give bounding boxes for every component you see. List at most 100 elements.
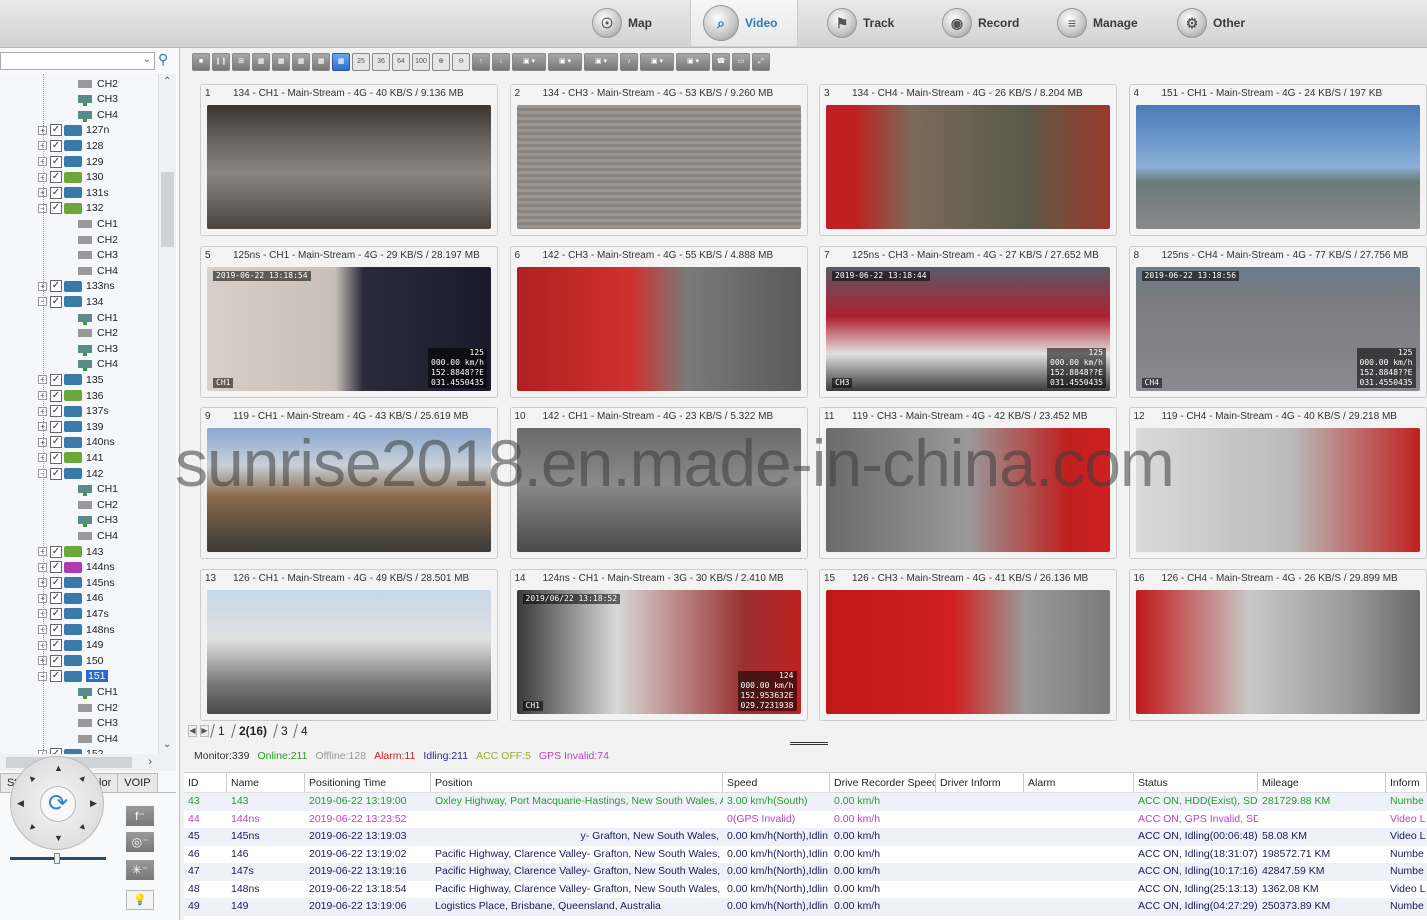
iris-button[interactable]: ◎⁻: [126, 832, 154, 852]
video-feed[interactable]: [1135, 428, 1420, 552]
next-page-arrow[interactable]: ▶: [200, 725, 209, 737]
video-tile[interactable]: 7 125ns - CH3 - Main-Stream - 4G - 27 KB/…: [819, 245, 1117, 398]
tree-channel-node[interactable]: CH3: [78, 716, 118, 731]
ptz-up-button[interactable]: ▲: [54, 763, 63, 773]
vehicle-search-input[interactable]: ⌄: [0, 52, 155, 70]
table-row[interactable]: 47 147s 2019-06-22 13:19:16 Pacific Highway…: [184, 863, 1427, 881]
video-tile[interactable]: 11 119 - CH3 - Main-Stream - 4G - 42 KB/S…: [819, 407, 1117, 559]
fullscreen-dropdown-button[interactable]: ▣ ▾: [512, 53, 546, 71]
video-feed[interactable]: 2019/06/22 13:18:52 CH1 124 000.00 km/h 15…: [516, 589, 801, 714]
ptz-left-button[interactable]: ◀: [17, 798, 24, 809]
64-button[interactable]: 64: [392, 53, 410, 71]
tree-channel-node[interactable]: CH3: [78, 92, 118, 107]
slider-knob[interactable]: [54, 853, 61, 864]
tree-vehicle-node[interactable]: + ✓ 148ns: [38, 622, 115, 637]
next-page-button[interactable]: ↓: [492, 53, 510, 71]
video-feed[interactable]: [1135, 105, 1420, 229]
tree-scrollbar[interactable]: ⌃ ⌄: [158, 74, 176, 754]
checkbox[interactable]: ✓: [50, 295, 62, 308]
video-tile[interactable]: 14 124ns - CH1 - Main-Stream - 3G - 30 KB…: [509, 568, 808, 721]
tree-channel-node[interactable]: CH2: [78, 76, 118, 91]
nav-track-button[interactable]: ⚑ Track: [815, 0, 906, 46]
tree-channel-node[interactable]: CH1: [78, 482, 118, 497]
nav-other-button[interactable]: ⚙ Other: [1165, 0, 1257, 46]
table-row[interactable]: 43 143 2019-06-22 13:19:00 Oxley Highway, P…: [184, 793, 1427, 811]
video-feed[interactable]: [516, 428, 801, 552]
layout-8-button[interactable]: ▦: [272, 53, 290, 71]
checkbox[interactable]: ✓: [50, 373, 62, 386]
checkbox[interactable]: ✓: [50, 623, 62, 636]
layout-2-button[interactable]: ❙❙: [212, 53, 230, 71]
column-header[interactable]: Positioning Time: [305, 773, 431, 792]
column-header[interactable]: ID: [184, 773, 227, 792]
ptz-auto-rotate-icon[interactable]: ⟳: [40, 786, 76, 822]
video-feed[interactable]: [516, 266, 801, 391]
column-header[interactable]: Mileage: [1258, 773, 1386, 792]
ptz-speed-slider[interactable]: [10, 853, 106, 864]
nav-manage-button[interactable]: ≡ Manage: [1045, 0, 1150, 46]
layout-1-button[interactable]: ■: [192, 53, 210, 71]
prev-page-arrow[interactable]: ◀: [188, 725, 197, 737]
tree-vehicle-node[interactable]: + ✓ 135: [38, 372, 104, 387]
tab-voip[interactable]: VOIP: [117, 773, 158, 792]
table-row[interactable]: 44 144ns 2019-06-22 13:23:52 0(GPS Invalid)…: [184, 811, 1427, 829]
tree-channel-node[interactable]: CH3: [78, 248, 118, 263]
video-feed[interactable]: 2019-06-22 13:18:56 CH4 125 000.00 km/h 15…: [1135, 266, 1420, 391]
column-header[interactable]: Name: [227, 773, 305, 792]
table-row[interactable]: 46 146 2019-06-22 13:19:02 Pacific Highway,…: [184, 846, 1427, 864]
checkbox[interactable]: ✓: [50, 436, 62, 449]
column-header[interactable]: Speed: [723, 773, 830, 792]
light-button[interactable]: ✳⁻: [126, 860, 154, 880]
checkbox[interactable]: ✓: [50, 389, 62, 402]
lightbulb-icon[interactable]: 💡: [126, 890, 154, 910]
tree-channel-node[interactable]: CH3: [78, 341, 118, 356]
tree-vehicle-node[interactable]: + ✓ 137s: [38, 404, 109, 419]
chevron-down-icon[interactable]: ⌄: [143, 54, 151, 65]
tree-vehicle-node[interactable]: + ✓ 128: [38, 138, 104, 153]
checkbox[interactable]: ✓: [50, 420, 62, 433]
tree-channel-node[interactable]: CH4: [78, 528, 118, 543]
video-feed[interactable]: [1135, 589, 1420, 714]
scroll-down-icon[interactable]: ⌄: [163, 739, 171, 750]
page-tab[interactable]: 2(16): [230, 724, 274, 738]
ptz-up-right-button[interactable]: ▲: [77, 771, 90, 784]
tree-vehicle-node[interactable]: + ✓ 144ns: [38, 560, 115, 575]
checkbox[interactable]: ✓: [50, 124, 62, 137]
tree-vehicle-node[interactable]: +✓152: [38, 747, 104, 754]
checkbox[interactable]: ✓: [50, 171, 62, 184]
checkbox[interactable]: ✓: [50, 576, 62, 589]
snapshot-dropdown-button[interactable]: ▣ ▾: [584, 53, 618, 71]
column-header[interactable]: Inform: [1386, 773, 1427, 792]
tree-vehicle-node[interactable]: + ✓ 130: [38, 170, 104, 185]
36-button[interactable]: 36: [372, 53, 390, 71]
prev-page-button[interactable]: ↑: [472, 53, 490, 71]
ptz-down-right-button[interactable]: ▲: [77, 821, 90, 834]
tree-channel-node[interactable]: CH4: [78, 107, 118, 122]
video-tile[interactable]: 4 151 - CH1 - Main-Stream - 4G - 24 KB/S …: [1128, 84, 1427, 236]
video-tile[interactable]: 3 134 - CH4 - Main-Stream - 4G - 26 KB/S …: [819, 84, 1117, 236]
tree-channel-node[interactable]: CH4: [78, 357, 118, 372]
tree-channel-node[interactable]: CH1: [78, 216, 118, 231]
checkbox[interactable]: ✓: [50, 280, 62, 293]
layout-16-button[interactable]: ▦: [332, 53, 350, 71]
checkbox[interactable]: ✓: [50, 202, 62, 215]
tree-channel-node[interactable]: CH4: [78, 731, 118, 746]
video-feed[interactable]: [826, 105, 1110, 229]
mute-button[interactable]: ♪: [620, 53, 638, 71]
checkbox[interactable]: ✓: [50, 139, 62, 152]
video-feed[interactable]: 2019-06-22 13:18:44 CH3 125 000.00 km/h 15…: [826, 266, 1110, 391]
tree-vehicle-node[interactable]: + ✓ 143: [38, 544, 104, 559]
nav-video-button[interactable]: ⌕ Video: [690, 0, 798, 46]
tree-channel-node[interactable]: CH1: [78, 684, 118, 699]
expand-button[interactable]: ⤢: [752, 53, 770, 71]
stop-dropdown-button[interactable]: ▣ ▾: [676, 53, 710, 71]
zoom-in-button[interactable]: ⊕: [432, 53, 450, 71]
tree-channel-node[interactable]: CH2: [78, 497, 118, 512]
zoom-out-button[interactable]: ⊖: [452, 53, 470, 71]
tree-vehicle-node[interactable]: − ✓ 151: [38, 669, 108, 684]
video-tile[interactable]: 13 126 - CH1 - Main-Stream - 4G - 49 KB/S…: [200, 568, 498, 721]
tree-channel-node[interactable]: CH2: [78, 232, 118, 247]
tree-channel-node[interactable]: CH1: [78, 310, 118, 325]
table-row[interactable]: 49 149 2019-06-22 13:19:06 Logistics Place,…: [184, 898, 1427, 916]
nav-record-button[interactable]: ◉ Record: [930, 0, 1031, 46]
